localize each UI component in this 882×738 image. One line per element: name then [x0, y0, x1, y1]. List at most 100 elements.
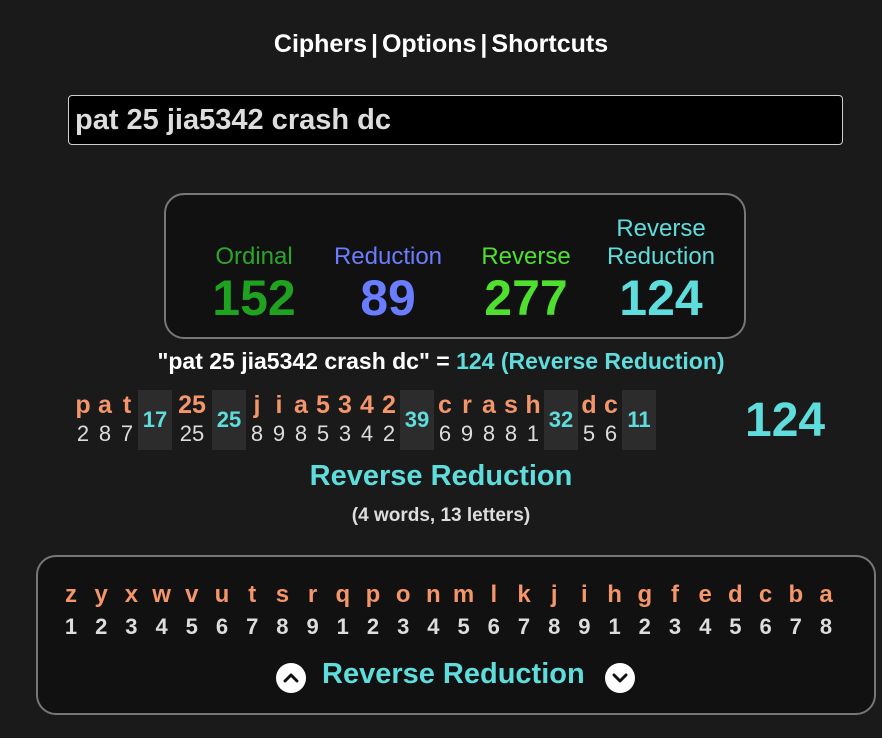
- chart-letter-value: 2: [366, 614, 380, 639]
- breakdown-char: a: [98, 391, 112, 419]
- breakdown-char: s: [504, 391, 518, 419]
- chart-letter-cell: a8: [811, 581, 841, 641]
- chart-letter: l: [490, 581, 498, 608]
- breakdown-char: 3: [338, 391, 352, 419]
- breakdown-letter: j8: [246, 390, 268, 450]
- breakdown-char: p: [75, 391, 91, 419]
- breakdown-char-value: 8: [504, 421, 518, 446]
- nav-separator: |: [370, 30, 378, 58]
- chart-letter-cell: x3: [116, 581, 146, 641]
- breakdown-char: i: [275, 391, 283, 419]
- phrase-summary: "pat 25 jia5342 crash dc" = 124 (Reverse…: [0, 348, 882, 375]
- chart-letter: t: [248, 581, 257, 608]
- chart-letter-value: 6: [487, 614, 500, 639]
- chart-letter-cell: k7: [509, 581, 539, 641]
- chart-letter: z: [65, 581, 77, 608]
- chart-letter-value: 4: [155, 614, 168, 639]
- total-reverse[interactable]: Reverse 277: [471, 243, 581, 325]
- chart-letter: q: [335, 581, 351, 608]
- total-value: 152: [212, 270, 296, 326]
- chart-letter-cell: u6: [207, 581, 237, 641]
- chart-letter-cell: e4: [690, 581, 720, 641]
- breakdown-word-total: 17: [138, 390, 172, 450]
- total-label: Ordinal: [215, 243, 293, 270]
- chart-letter-cell: p2: [358, 581, 388, 641]
- total-value: 277: [484, 270, 568, 326]
- cipher-chart-panel: Reverse Reduction z1y2x3w4v5u6t7s8r9q1p2…: [36, 555, 876, 715]
- breakdown-char: 4: [360, 391, 374, 419]
- chart-letter: y: [94, 581, 108, 608]
- chart-letter-value: 4: [427, 614, 440, 639]
- chart-letter-value: 3: [668, 614, 682, 639]
- chart-letter: j: [550, 581, 558, 608]
- chart-letter: u: [214, 581, 230, 608]
- chart-letter-value: 8: [819, 614, 833, 639]
- nav-shortcuts-link[interactable]: Shortcuts: [491, 30, 608, 58]
- chart-letter: i: [581, 581, 588, 608]
- total-label: Reverse: [481, 243, 571, 270]
- chart-letter: f: [671, 581, 679, 608]
- breakdown-char-value: 2: [382, 421, 396, 446]
- chart-letter-cell: f3: [660, 581, 690, 641]
- breakdown-char-value: 6: [604, 421, 618, 446]
- chart-letter: m: [452, 581, 475, 608]
- chart-letter-value: 1: [64, 614, 78, 639]
- chart-letter: p: [365, 581, 381, 608]
- chart-letter-cell: j8: [539, 581, 569, 641]
- breakdown-char: 5: [316, 391, 330, 419]
- chart-letter: x: [124, 581, 139, 608]
- chart-letter-cell: n4: [418, 581, 448, 641]
- nav-ciphers-link[interactable]: Ciphers: [274, 30, 367, 58]
- chart-letter: e: [698, 581, 712, 608]
- nav-options-link[interactable]: Options: [382, 30, 476, 58]
- total-reduction[interactable]: Reduction 89: [328, 243, 448, 325]
- chart-letter-value: 6: [215, 614, 229, 639]
- chevron-up-icon: [283, 673, 299, 683]
- chart-letter: a: [819, 581, 833, 608]
- chart-letter-cell: m5: [449, 581, 479, 641]
- chevron-down-icon: [612, 673, 628, 683]
- chart-letter-value: 2: [638, 614, 651, 639]
- breakdown-char-value: 25: [179, 421, 205, 446]
- breakdown-letter: i9: [268, 390, 290, 450]
- chart-letter-cell: w4: [147, 581, 177, 641]
- chart-letter-cell: h1: [600, 581, 630, 641]
- chart-letter-value: 6: [759, 614, 772, 639]
- breakdown-char-value: 9: [272, 421, 286, 446]
- chart-letter-cell: b7: [781, 581, 811, 641]
- chart-letter-value: 1: [608, 614, 621, 639]
- chart-letter-value: 7: [517, 614, 531, 639]
- next-cipher-button[interactable]: [605, 663, 635, 693]
- chart-letter-cell: z1: [56, 581, 86, 641]
- breakdown-word-total: 11: [622, 390, 656, 450]
- breakdown-letter: c6: [600, 390, 622, 450]
- breakdown-letter: t7: [116, 390, 138, 450]
- chart-letter-value: 4: [699, 614, 712, 639]
- breakdown-char: a: [482, 391, 496, 419]
- chart-letter: b: [788, 581, 804, 608]
- chart-letter-value: 5: [729, 614, 742, 639]
- chart-letter-cell: y2: [86, 581, 116, 641]
- breakdown-char-value: 8: [294, 421, 308, 446]
- breakdown-char: d: [581, 391, 597, 419]
- previous-cipher-button[interactable]: [276, 663, 306, 693]
- cipher-name[interactable]: Reverse Reduction: [0, 460, 882, 493]
- chart-letter: k: [517, 581, 531, 608]
- chart-letter-value: 8: [548, 614, 561, 639]
- total-reverse-reduction[interactable]: Reverse Reduction 124: [596, 215, 726, 325]
- chart-letter-value: 9: [306, 614, 319, 639]
- total-label: Reverse Reduction: [606, 215, 716, 270]
- breakdown-char-value: 1: [526, 421, 540, 446]
- total-ordinal[interactable]: Ordinal 152: [204, 243, 304, 325]
- total-value: 89: [360, 270, 416, 326]
- chart-letter-value: 1: [336, 614, 349, 639]
- chart-letter-value: 7: [246, 614, 259, 639]
- breakdown-letter: 55: [312, 390, 334, 450]
- phrase-input[interactable]: [68, 95, 843, 145]
- chart-letter-value: 5: [185, 614, 198, 639]
- chart-letter: r: [307, 581, 318, 608]
- breakdown-letter: 33: [334, 390, 356, 450]
- breakdown-letter: h1: [522, 390, 544, 450]
- breakdown-char-value: 8: [250, 421, 264, 446]
- breakdown-letter: a8: [478, 390, 500, 450]
